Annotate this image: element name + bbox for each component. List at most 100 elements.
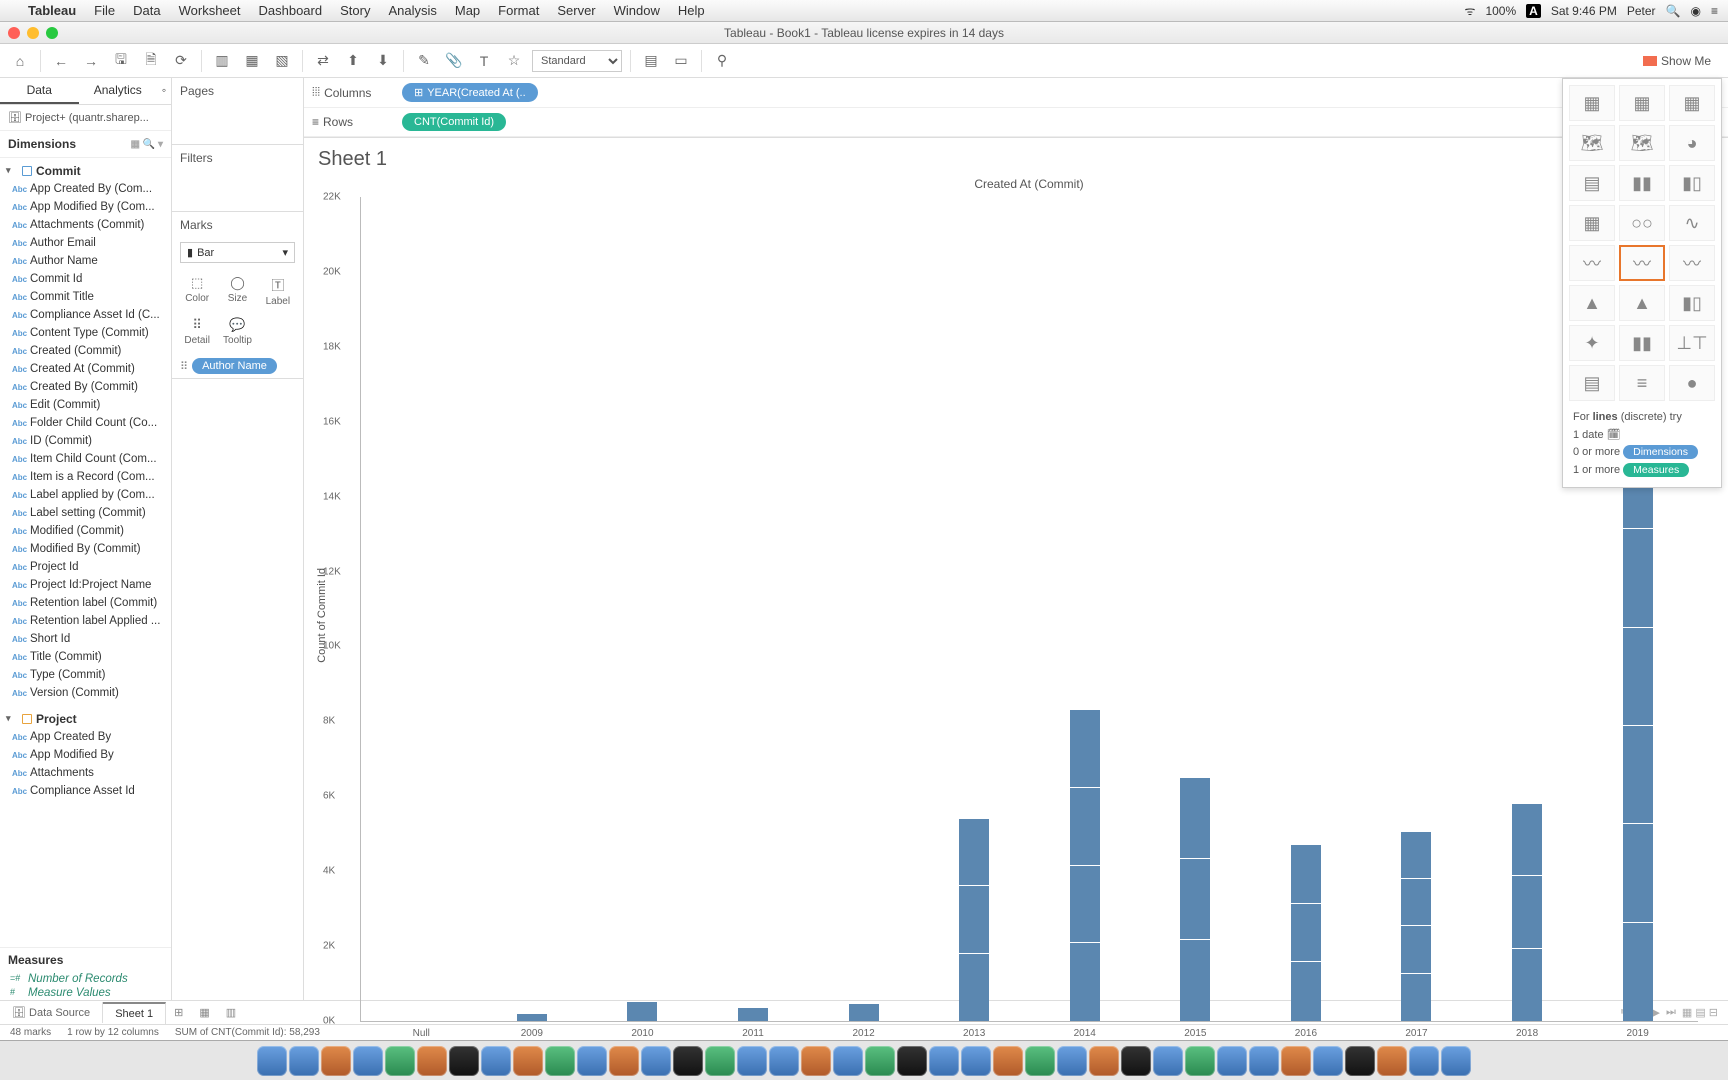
mark-color[interactable]: ⬚Color — [178, 271, 216, 311]
field-item[interactable]: AbcShort Id — [0, 630, 171, 648]
maximize-window-button[interactable] — [46, 27, 58, 39]
dock-app[interactable] — [481, 1046, 511, 1076]
dock-app[interactable] — [993, 1046, 1023, 1076]
field-item[interactable]: AbcApp Created By (Com... — [0, 180, 171, 198]
dock-app[interactable] — [929, 1046, 959, 1076]
sheet1-tab[interactable]: Sheet 1 — [103, 1002, 166, 1024]
showme-viz-option[interactable]: ▤ — [1569, 165, 1615, 201]
user-name[interactable]: Peter — [1627, 4, 1656, 18]
showme-viz-option[interactable]: ○○ — [1619, 205, 1665, 241]
showme-viz-option[interactable]: ▮▯ — [1669, 165, 1715, 201]
fit-select[interactable]: Standard — [532, 50, 622, 72]
dock-app[interactable] — [545, 1046, 575, 1076]
showme-viz-option[interactable]: ◕ — [1669, 125, 1715, 161]
dock-app[interactable] — [417, 1046, 447, 1076]
dock-app[interactable] — [353, 1046, 383, 1076]
dock-app[interactable] — [961, 1046, 991, 1076]
field-item[interactable]: AbcApp Created By — [0, 728, 171, 746]
chart-plot[interactable]: Null200920102011201220132014201520162017… — [360, 197, 1698, 1022]
field-item[interactable]: AbcApp Modified By (Com... — [0, 198, 171, 216]
field-item[interactable]: AbcCreated By (Commit) — [0, 378, 171, 396]
field-item[interactable]: AbcAttachments — [0, 764, 171, 782]
swap-button[interactable]: ⇄ — [311, 49, 335, 73]
dock-app[interactable] — [737, 1046, 767, 1076]
menu-file[interactable]: File — [94, 3, 115, 18]
menu-worksheet[interactable]: Worksheet — [179, 3, 241, 18]
new-worksheet-button[interactable]: ⊞ — [166, 1002, 191, 1023]
new-sheet-button[interactable]: ▥ — [210, 49, 234, 73]
field-item[interactable]: AbcProject Id:Project Name — [0, 576, 171, 594]
dock-app[interactable] — [1409, 1046, 1439, 1076]
presentation-button[interactable]: ▭ — [669, 49, 693, 73]
measure-item[interactable]: #Measure Values — [0, 986, 171, 1000]
field-item[interactable]: AbcRetention label (Commit) — [0, 594, 171, 612]
mark-detail[interactable]: ⠿Detail — [178, 313, 216, 350]
field-item[interactable]: AbcCompliance Asset Id (C... — [0, 306, 171, 324]
mark-size[interactable]: ◯Size — [218, 271, 256, 311]
dock-app[interactable] — [673, 1046, 703, 1076]
minimize-window-button[interactable] — [27, 27, 39, 39]
new-data-button[interactable]: 🗎 — [139, 49, 163, 73]
showme-viz-option[interactable]: ▦ — [1569, 85, 1615, 121]
dock-app[interactable] — [865, 1046, 895, 1076]
group-button[interactable]: 📎 — [442, 49, 466, 73]
labels-button[interactable]: T — [472, 49, 496, 73]
menu-format[interactable]: Format — [498, 3, 539, 18]
sort-desc-button[interactable]: ⬇ — [371, 49, 395, 73]
field-item[interactable]: AbcCreated At (Commit) — [0, 360, 171, 378]
field-item[interactable]: AbcEdit (Commit) — [0, 396, 171, 414]
dock-app[interactable] — [1377, 1046, 1407, 1076]
close-window-button[interactable] — [8, 27, 20, 39]
showme-viz-option[interactable]: ▦ — [1669, 85, 1715, 121]
dock-app[interactable] — [1153, 1046, 1183, 1076]
datasource-item[interactable]: 🗄 Project+ (quantr.sharep... — [0, 105, 171, 131]
dock-app[interactable] — [1281, 1046, 1311, 1076]
showme-viz-option[interactable]: ▲ — [1619, 285, 1665, 321]
bar-column[interactable]: 2010 — [596, 197, 689, 1021]
menu-window[interactable]: Window — [614, 3, 660, 18]
highlight-button[interactable]: ✎ — [412, 49, 436, 73]
showme-viz-option[interactable]: ▦ — [1569, 205, 1615, 241]
field-item[interactable]: AbcLabel setting (Commit) — [0, 504, 171, 522]
showme-viz-option[interactable]: 〰 — [1669, 245, 1715, 281]
bar-column[interactable]: Null — [375, 197, 468, 1021]
field-item[interactable]: AbcItem is a Record (Com... — [0, 468, 171, 486]
dock-app[interactable] — [1313, 1046, 1343, 1076]
dock-app[interactable] — [641, 1046, 671, 1076]
dock-app[interactable] — [705, 1046, 735, 1076]
field-item[interactable]: AbcID (Commit) — [0, 432, 171, 450]
siri-icon[interactable]: ◉ — [1691, 4, 1701, 18]
showme-viz-option[interactable]: ▮▮ — [1619, 165, 1665, 201]
group-project[interactable]: Project — [0, 710, 171, 728]
bar-column[interactable]: 2016 — [1260, 197, 1353, 1021]
dock-app[interactable] — [1249, 1046, 1279, 1076]
undo-button[interactable]: ← — [49, 49, 73, 73]
refresh-button[interactable]: ⟳ — [169, 49, 193, 73]
show-me-button[interactable]: Show Me — [1634, 49, 1720, 73]
dock-app[interactable] — [257, 1046, 287, 1076]
sort-asc-button[interactable]: ⬆ — [341, 49, 365, 73]
redo-button[interactable]: → — [79, 49, 103, 73]
bar-column[interactable]: 2013 — [928, 197, 1021, 1021]
start-page-button[interactable]: ⌂ — [8, 49, 32, 73]
menu-dashboard[interactable]: Dashboard — [259, 3, 323, 18]
input-a-icon[interactable]: A — [1526, 4, 1541, 18]
menu-map[interactable]: Map — [455, 3, 480, 18]
dock-app[interactable] — [1025, 1046, 1055, 1076]
showme-viz-option[interactable]: 🗺 — [1619, 125, 1665, 161]
field-item[interactable]: AbcLabel applied by (Com... — [0, 486, 171, 504]
rows-pill[interactable]: CNT(Commit Id) — [402, 113, 506, 131]
field-item[interactable]: AbcAuthor Email — [0, 234, 171, 252]
pin-button[interactable]: ☆ — [502, 49, 526, 73]
data-source-tab[interactable]: 🗄 Data Source — [0, 1002, 103, 1023]
tab-pin-icon[interactable]: ◦ — [157, 78, 171, 104]
duplicate-button[interactable]: ▦ — [240, 49, 264, 73]
menu-story[interactable]: Story — [340, 3, 370, 18]
field-item[interactable]: AbcContent Type (Commit) — [0, 324, 171, 342]
field-item[interactable]: AbcVersion (Commit) — [0, 684, 171, 702]
field-item[interactable]: AbcModified (Commit) — [0, 522, 171, 540]
spotlight-icon[interactable]: 🔍 — [1666, 4, 1681, 18]
bar-column[interactable]: 2009 — [486, 197, 579, 1021]
field-item[interactable]: AbcCreated (Commit) — [0, 342, 171, 360]
showme-viz-option[interactable]: 🗺 — [1569, 125, 1615, 161]
